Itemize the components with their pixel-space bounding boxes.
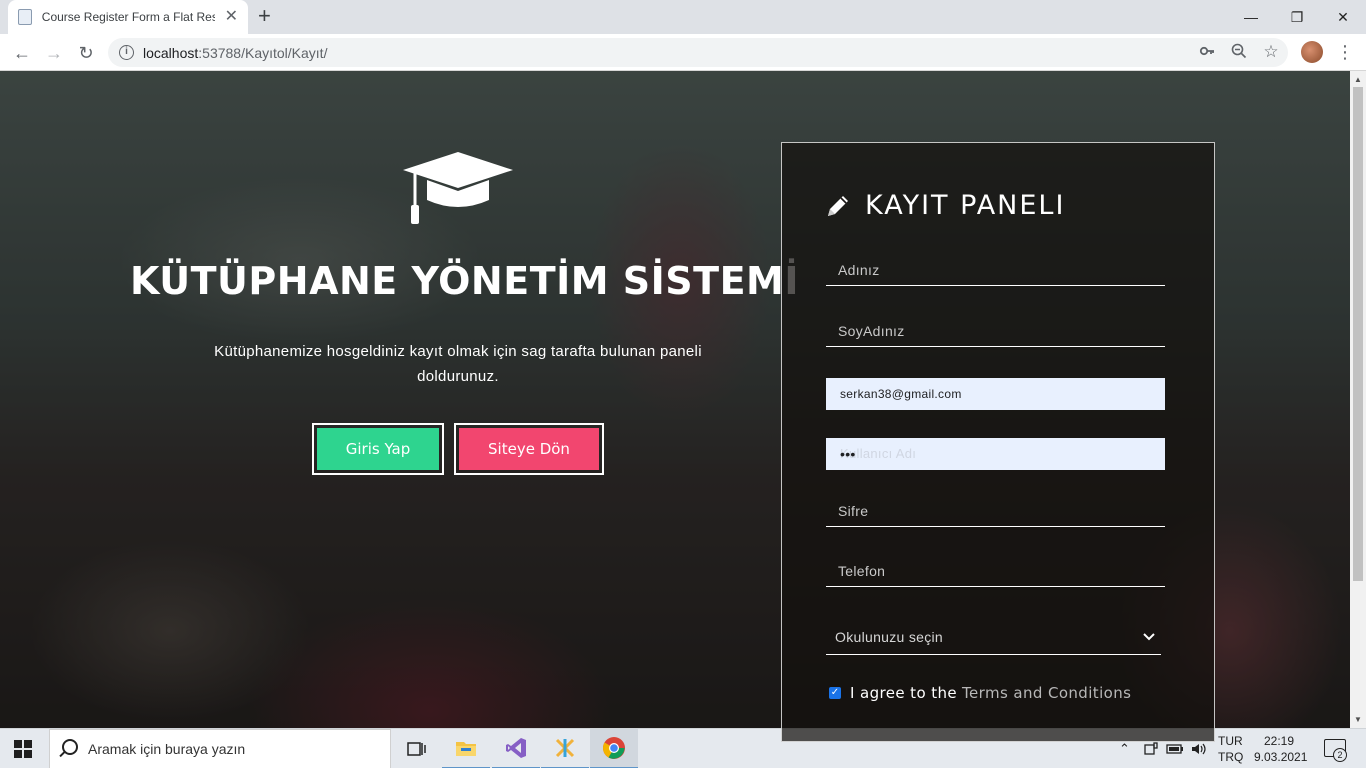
- task-view-icon[interactable]: [392, 729, 440, 768]
- bookmark-star-icon[interactable]: ☆: [1262, 43, 1280, 61]
- close-window-icon[interactable]: ✕: [1320, 0, 1366, 34]
- back-to-site-button[interactable]: Siteye Dön: [459, 428, 599, 470]
- register-panel: KAYIT PANELI Adınız SoyAdınız serkan38@g…: [781, 142, 1215, 742]
- pencil-icon: [828, 195, 848, 216]
- key-icon[interactable]: [1198, 43, 1216, 61]
- new-tab-icon[interactable]: +: [258, 5, 271, 27]
- school-select-value: Okulunuzu seçin: [835, 629, 944, 645]
- file-explorer-icon[interactable]: [442, 729, 490, 768]
- taskbar-search-placeholder: Aramak için buraya yazın: [88, 741, 246, 757]
- page-scrollbar[interactable]: ▲ ▼: [1350, 71, 1366, 728]
- login-button-frame: Giris Yap: [312, 423, 444, 475]
- phone-field[interactable]: Telefon: [826, 555, 1165, 587]
- panel-title: KAYIT PANELI: [865, 190, 1066, 221]
- email-field[interactable]: serkan38@gmail.com: [826, 378, 1165, 410]
- visual-studio-icon[interactable]: [492, 729, 540, 768]
- hero-section: KÜTÜPHANE YÖNETİM SİSTEMİ Kütüphanemize …: [130, 150, 800, 475]
- hero-buttons: Giris Yap Siteye Dön: [130, 423, 786, 475]
- url-text[interactable]: localhost:53788/Kayıtol/Kayıt/: [143, 45, 327, 61]
- panel-header: KAYIT PANELI: [825, 190, 1065, 221]
- minimize-icon[interactable]: —: [1228, 0, 1274, 34]
- close-tab-icon[interactable]: ✕: [225, 9, 238, 25]
- search-icon: [62, 739, 78, 755]
- scroll-up-arrow-icon[interactable]: ▲: [1354, 75, 1362, 84]
- notification-count-badge: 2: [1333, 748, 1347, 762]
- input-language[interactable]: TUR TRQ: [1218, 733, 1243, 765]
- home-button-frame: Siteye Dön: [454, 423, 604, 475]
- tab-title: Course Register Form a Flat Resp: [41, 10, 215, 24]
- zoom-out-icon[interactable]: [1230, 43, 1248, 61]
- login-button[interactable]: Giris Yap: [317, 428, 439, 470]
- restore-icon[interactable]: ❐: [1274, 0, 1320, 34]
- browser-tab[interactable]: Course Register Form a Flat Resp ✕: [8, 0, 248, 34]
- sql-tool-icon[interactable]: [541, 729, 589, 768]
- site-info-icon[interactable]: i: [119, 45, 134, 60]
- forward-arrow-icon[interactable]: →: [42, 41, 66, 65]
- hero-description: Kütüphanemize hosgeldiniz kayıt olmak iç…: [214, 343, 702, 385]
- hero-title: KÜTÜPHANE YÖNETİM SİSTEMİ: [130, 259, 800, 303]
- windows-start-icon[interactable]: [14, 740, 32, 758]
- school-select[interactable]: Okulunuzu seçin: [826, 620, 1161, 655]
- username-field[interactable]: Kullanıcı Adı •••: [826, 438, 1165, 470]
- last-name-field[interactable]: SoyAdınız: [826, 315, 1165, 347]
- scroll-thumb[interactable]: [1353, 87, 1363, 581]
- graduation-cap-icon: [403, 152, 513, 224]
- menu-dots-icon[interactable]: ⋮: [1336, 40, 1354, 64]
- clock-time: 22:19: [1263, 734, 1295, 748]
- agree-checkbox[interactable]: ✓: [829, 687, 841, 699]
- browser-tabstrip: Course Register Form a Flat Resp ✕ + — ❐…: [0, 0, 1366, 34]
- password-field[interactable]: Sifre: [826, 495, 1165, 527]
- address-bar[interactable]: i localhost:53788/Kayıtol/Kayıt/ ☆: [108, 38, 1288, 67]
- clock-date: 9.03.2021: [1254, 750, 1308, 764]
- window-controls: — ❐ ✕: [1228, 0, 1366, 34]
- browser-toolbar: ← → ↻ i localhost:53788/Kayıtol/Kayıt/ ☆…: [0, 34, 1366, 71]
- system-clock[interactable]: 22:19 9.03.2021: [1254, 733, 1308, 765]
- terms-link[interactable]: Terms and Conditions: [962, 684, 1131, 702]
- chrome-icon[interactable]: [590, 729, 638, 768]
- agree-label: I agree to the: [850, 684, 958, 702]
- first-name-field[interactable]: Adınız: [826, 254, 1165, 286]
- page-favicon-icon: [18, 9, 32, 25]
- reload-icon[interactable]: ↻: [74, 41, 98, 65]
- profile-avatar[interactable]: [1301, 41, 1323, 63]
- back-arrow-icon[interactable]: ←: [10, 41, 34, 65]
- terms-agreement: ✓ I agree to the Terms and Conditions: [829, 684, 1131, 702]
- chevron-down-icon: [1143, 620, 1155, 655]
- username-value: •••: [840, 446, 856, 462]
- taskbar-search[interactable]: Aramak için buraya yazın: [49, 729, 391, 768]
- scroll-down-arrow-icon[interactable]: ▼: [1354, 715, 1362, 724]
